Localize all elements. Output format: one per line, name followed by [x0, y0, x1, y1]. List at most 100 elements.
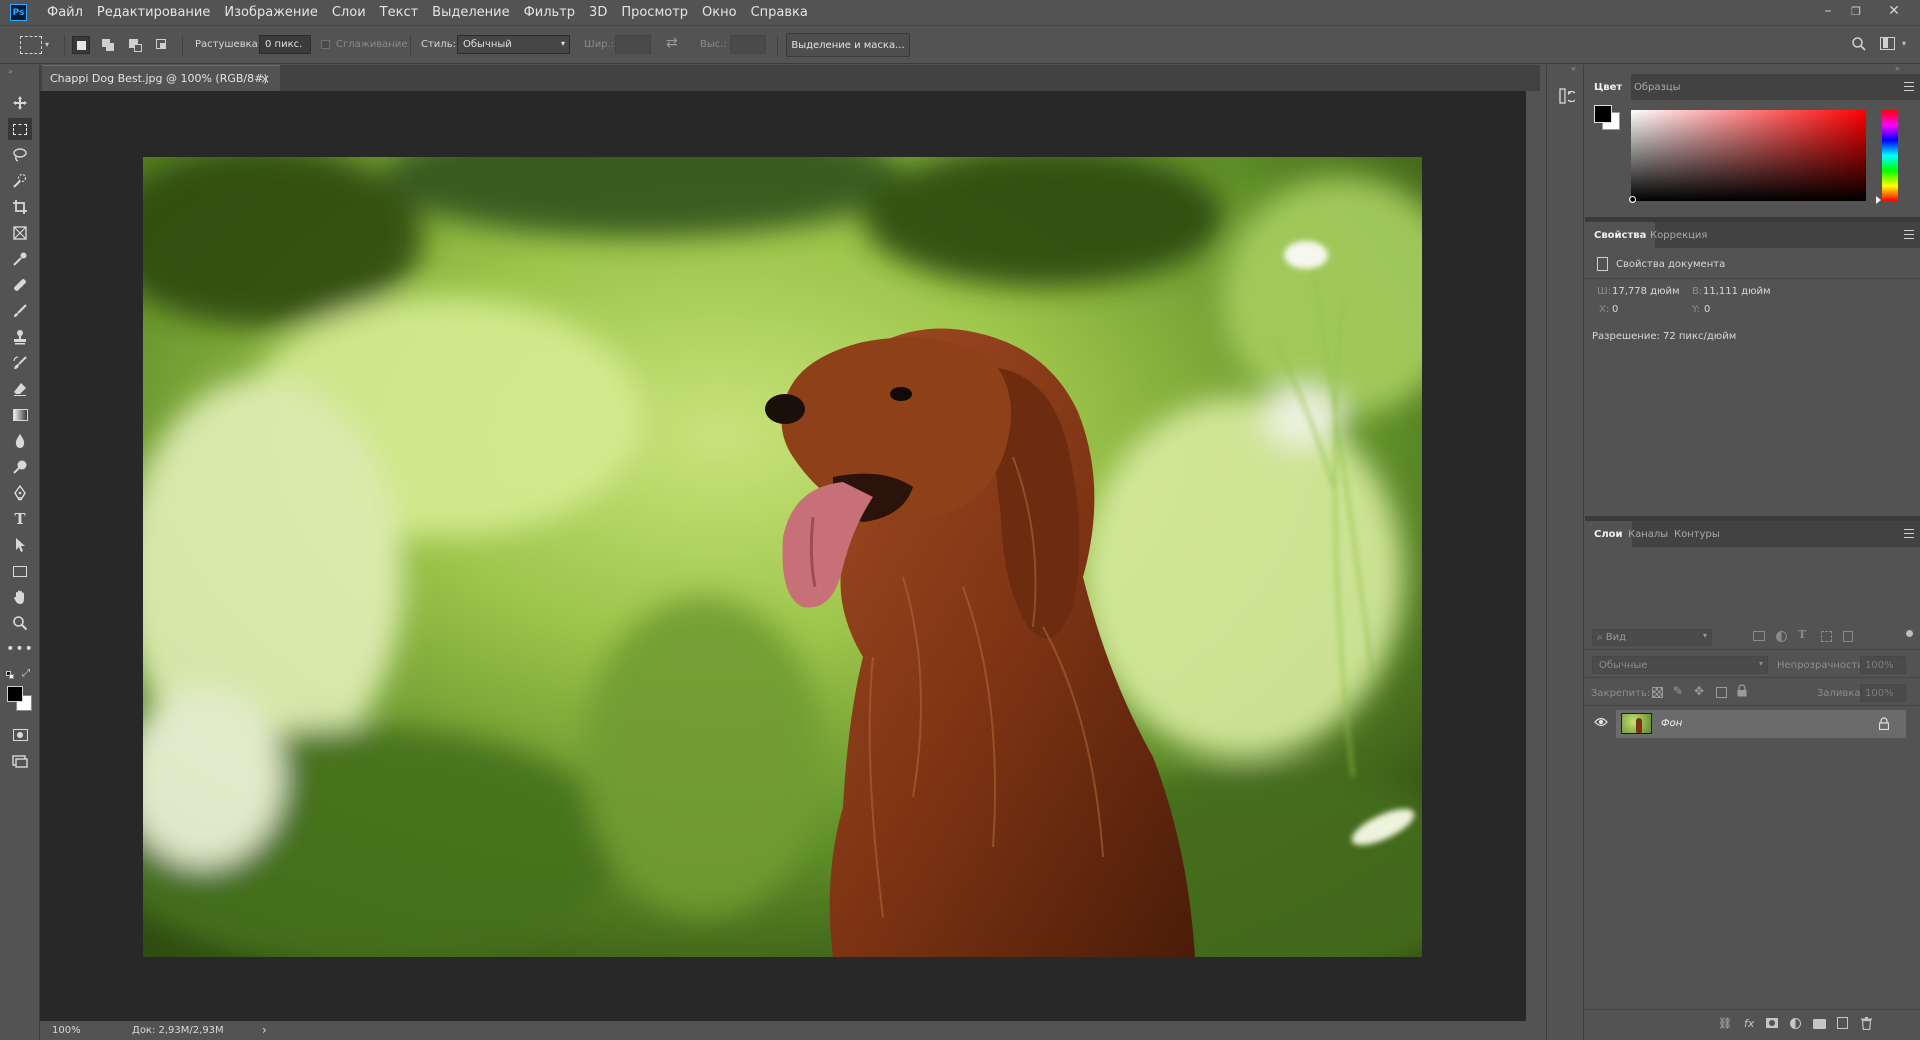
swap-dimensions-icon[interactable]: ⇄ — [666, 35, 678, 51]
document-image[interactable] — [143, 157, 1422, 957]
menu-3d[interactable]: 3D — [589, 5, 607, 20]
lock-artboard-icon[interactable] — [1716, 687, 1727, 698]
hue-slider[interactable] — [1882, 110, 1898, 201]
menu-file[interactable]: Файл — [47, 5, 83, 20]
intersect-selection-icon[interactable] — [153, 36, 171, 54]
collapse-panels-icon[interactable]: » — [1895, 64, 1900, 73]
panel-menu-icon[interactable] — [1904, 230, 1914, 239]
marquee-preset-icon[interactable] — [20, 36, 42, 54]
lock-position-icon[interactable]: ✥ — [1694, 684, 1704, 698]
move-tool-icon[interactable] — [8, 92, 32, 114]
fx-icon[interactable]: fx — [1744, 1017, 1754, 1030]
foreground-color-chip[interactable] — [1594, 105, 1612, 123]
blur-tool-icon[interactable] — [8, 430, 32, 452]
close-tab-icon[interactable]: × — [260, 72, 270, 86]
chevron-down-icon[interactable]: ▾ — [1902, 39, 1906, 48]
minimize-button[interactable]: – — [1814, 0, 1842, 22]
width-value[interactable]: 17,778 дюйм — [1612, 286, 1680, 297]
gradient-tool-icon[interactable] — [8, 404, 32, 426]
lock-transparent-icon[interactable] — [1652, 687, 1663, 698]
lock-all-icon[interactable] — [1737, 684, 1747, 700]
canvas-area[interactable] — [40, 91, 1526, 1021]
lasso-tool-icon[interactable] — [8, 144, 32, 166]
opacity-input[interactable]: 100% — [1860, 656, 1906, 674]
width-input[interactable] — [615, 35, 651, 54]
filter-toggle-icon[interactable] — [1906, 630, 1913, 637]
search-icon[interactable] — [1851, 36, 1867, 55]
menu-view[interactable]: Просмотр — [621, 5, 688, 20]
panel-menu-icon[interactable] — [1904, 529, 1914, 538]
select-and-mask-button[interactable]: Выделение и маска... — [786, 33, 910, 57]
vertical-scrollbar[interactable] — [1526, 91, 1542, 1040]
layer-row-background[interactable]: Фон — [1616, 710, 1906, 738]
x-value[interactable]: 0 — [1612, 304, 1618, 315]
panel-menu-icon[interactable] — [1904, 82, 1914, 91]
restore-button[interactable]: ❐ — [1842, 0, 1870, 22]
chevron-down-icon[interactable]: ▾ — [45, 40, 49, 49]
layer-name[interactable]: Фон — [1661, 718, 1682, 729]
menu-image[interactable]: Изображение — [224, 5, 317, 20]
menu-edit[interactable]: Редактирование — [97, 5, 210, 20]
clone-stamp-tool-icon[interactable] — [8, 326, 32, 348]
menu-layers[interactable]: Слои — [332, 5, 366, 20]
eyedropper-tool-icon[interactable] — [8, 248, 32, 270]
color-field[interactable] — [1631, 110, 1866, 201]
rectangle-tool-icon[interactable] — [8, 560, 32, 582]
more-tools-icon[interactable]: ••• — [6, 638, 33, 660]
rectangular-marquee-tool-icon[interactable] — [8, 118, 32, 140]
workspace-icon[interactable] — [1880, 37, 1895, 50]
tab-swatches[interactable]: Образцы — [1625, 74, 1690, 100]
swap-colors-icon[interactable]: ⤢ — [22, 668, 30, 679]
height-input[interactable] — [730, 35, 766, 54]
dodge-tool-icon[interactable] — [8, 456, 32, 478]
status-menu-arrow-icon[interactable]: › — [262, 1023, 267, 1037]
link-layers-icon[interactable]: ⛓ — [1718, 1017, 1732, 1030]
color-picker-cursor[interactable] — [1629, 196, 1636, 203]
tab-adjustments[interactable]: Коррекция — [1641, 222, 1716, 248]
tab-paths[interactable]: Контуры — [1665, 521, 1729, 547]
filter-pixel-icon[interactable] — [1753, 631, 1765, 641]
adjustment-layer-icon[interactable] — [1790, 1018, 1801, 1029]
antialias-checkbox[interactable] — [321, 40, 330, 49]
filter-type-icon[interactable]: T — [1798, 628, 1806, 641]
crop-tool-icon[interactable] — [8, 196, 32, 218]
type-tool-icon[interactable]: T — [8, 508, 32, 530]
trash-icon[interactable] — [1861, 1017, 1872, 1033]
add-mask-icon[interactable] — [1766, 1018, 1778, 1028]
menu-select[interactable]: Выделение — [432, 5, 509, 20]
new-group-icon[interactable] — [1813, 1019, 1826, 1029]
eraser-tool-icon[interactable] — [8, 378, 32, 400]
zoom-level[interactable]: 100% — [52, 1025, 81, 1036]
quick-mask-icon[interactable] — [8, 724, 32, 746]
menu-filter[interactable]: Фильтр — [524, 5, 575, 20]
document-tab[interactable]: Chappi Dog Best.jpg @ 100% (RGB/8#) × — [42, 65, 280, 91]
path-selection-tool-icon[interactable] — [8, 534, 32, 556]
expand-arrows-icon[interactable]: « — [1571, 64, 1576, 73]
hue-slider-handle[interactable] — [1876, 196, 1881, 204]
frame-tool-icon[interactable] — [8, 222, 32, 244]
history-brush-tool-icon[interactable] — [8, 352, 32, 374]
default-colors-icon[interactable] — [6, 671, 14, 679]
style-select[interactable]: Обычный ▾ — [457, 35, 570, 54]
subtract-selection-icon[interactable] — [126, 36, 144, 54]
foreground-color-swatch[interactable] — [7, 686, 23, 702]
height-value[interactable]: 11,111 дюйм — [1703, 286, 1771, 297]
collapse-arrows-icon[interactable]: » — [8, 67, 13, 76]
layer-lock-icon[interactable] — [1878, 717, 1890, 733]
add-selection-icon[interactable] — [99, 36, 117, 54]
fill-input[interactable]: 100% — [1860, 684, 1906, 702]
new-selection-icon[interactable] — [72, 36, 90, 54]
menu-window[interactable]: Окно — [702, 5, 737, 20]
filter-adjustment-icon[interactable] — [1776, 631, 1787, 642]
menu-type[interactable]: Текст — [380, 5, 419, 20]
menu-help[interactable]: Справка — [751, 5, 808, 20]
pen-tool-icon[interactable] — [8, 482, 32, 504]
new-layer-icon[interactable] — [1837, 1017, 1848, 1029]
zoom-tool-icon[interactable] — [8, 612, 32, 634]
healing-brush-tool-icon[interactable] — [8, 274, 32, 296]
screen-mode-icon[interactable] — [8, 750, 32, 772]
filter-shape-icon[interactable] — [1821, 631, 1832, 642]
layer-filter-select[interactable]: ⌕ Вид ▾ — [1592, 629, 1712, 646]
filter-smart-object-icon[interactable] — [1843, 631, 1853, 642]
y-value[interactable]: 0 — [1704, 304, 1710, 315]
